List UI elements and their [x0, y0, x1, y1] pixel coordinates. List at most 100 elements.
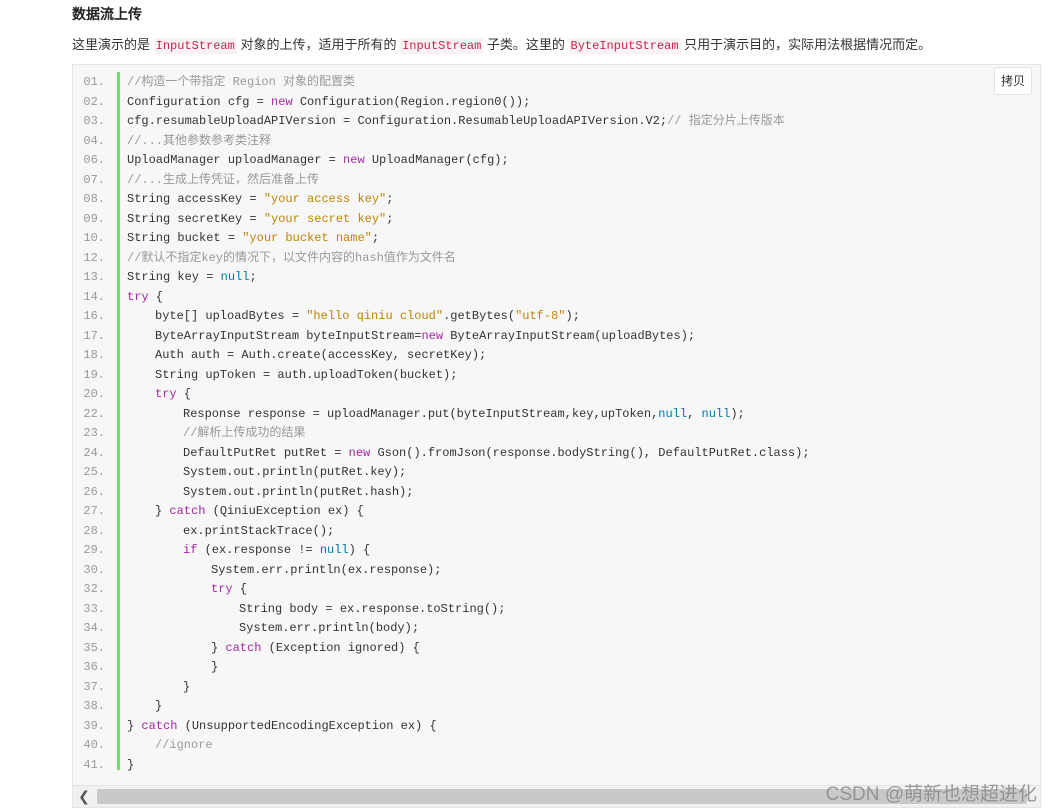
code-text: } — [127, 756, 134, 776]
code-line: 24. DefaultPutRet putRet = new Gson().fro… — [73, 444, 809, 464]
line-number: 13. — [83, 270, 105, 284]
code-token: String key = — [127, 270, 221, 284]
code-text: //解析上传成功的结果 — [127, 424, 305, 444]
code-token: //ignore — [155, 738, 213, 752]
code-token: null — [658, 406, 688, 421]
code-line: 04. //...其他参数参考类注释 — [73, 132, 271, 152]
code-token: System.out.println(putRet.hash); — [183, 484, 414, 499]
scroll-left-arrow-icon[interactable]: ❮ — [73, 786, 95, 807]
line-number: 36. — [83, 660, 105, 674]
code-token: try — [127, 289, 149, 304]
line-number: 35. — [83, 640, 105, 655]
line-number: 30. — [83, 562, 105, 577]
line-number: 25. — [83, 465, 105, 479]
code-line: 20. try { — [73, 385, 191, 405]
code-token: String accessKey = — [127, 192, 264, 206]
code-token: null — [220, 270, 250, 284]
code-token: } — [155, 504, 170, 518]
code-token: { — [176, 387, 192, 401]
code-text: //构造一个带指定 Region 对象的配置类 — [127, 73, 355, 93]
line-number: 03. — [83, 114, 105, 128]
code-text: } — [127, 697, 162, 717]
code-token: (Exception ignored) { — [261, 640, 420, 655]
code-token: ; — [371, 231, 380, 245]
code-token: DefaultPutRet putRet = — [183, 445, 349, 460]
code-token: } — [155, 699, 163, 713]
section-heading: 数据流上传 — [72, 6, 142, 22]
code-token: ByteArrayInputStream byteInputStream= — [155, 328, 422, 343]
code-line: 32. try { — [73, 580, 247, 600]
code-line: 16. byte[] uploadBytes = "hello qiniu clo… — [73, 307, 580, 327]
code-line: 07. //...生成上传凭证，然后准备上传 — [73, 171, 319, 191]
code-line: 35.} catch (Exception ignored) { — [73, 639, 419, 659]
code-token: System.out.println(putRet.key); — [183, 465, 407, 479]
line-number: 39. — [83, 718, 105, 733]
copy-button[interactable]: 拷贝 — [994, 67, 1032, 95]
code-token: { — [148, 289, 164, 304]
code-text: } — [127, 658, 218, 678]
line-number: 33. — [83, 601, 105, 616]
code-token: ); — [730, 406, 745, 421]
code-line: 29. if (ex.response != null) { — [73, 541, 370, 561]
code-line: 27.} catch (QiniuException ex) { — [73, 502, 363, 522]
code-line: 40. //ignore — [73, 736, 212, 756]
code-line: 22. Response response = uploadManager.put… — [73, 405, 744, 425]
code-token: (ex.response != — [197, 543, 320, 557]
code-lines: 01. //构造一个带指定 Region 对象的配置类 02. Configurati… — [73, 73, 809, 776]
line-number: 14. — [83, 289, 105, 304]
code-text: String key = null; — [127, 268, 257, 288]
line-number: 01. — [83, 75, 105, 89]
code-text: } catch (QiniuException ex) { — [127, 502, 364, 522]
code-token: "your access key" — [263, 192, 387, 206]
code-line: 14. try { — [73, 288, 163, 308]
inline-code: InputStream — [400, 38, 484, 54]
line-number: 06. — [83, 153, 105, 167]
code-text: byte[] uploadBytes = "hello qiniu cloud"… — [127, 307, 580, 327]
code-line: 17. ByteArrayInputStream byteInputStream=… — [73, 327, 695, 347]
code-line: 36.} — [73, 658, 218, 678]
inline-code: InputStream — [153, 38, 237, 54]
code-token: Configuration cfg = — [127, 94, 272, 109]
code-text: cfg.resumableUploadAPIVersion = Configur… — [127, 112, 785, 132]
code-token: new — [343, 153, 365, 167]
code-token: null — [701, 406, 731, 421]
line-number: 40. — [83, 738, 105, 752]
code-token: try — [211, 582, 233, 596]
code-token: // 指定分片上传版本 — [667, 114, 785, 128]
code-line: 34. System.err.println(body); — [73, 619, 419, 639]
line-number: 38. — [83, 699, 105, 713]
code-token: ex.printStackTrace(); — [183, 523, 335, 538]
code-text: Response response = uploadManager.put(by… — [127, 405, 745, 425]
code-text: ByteArrayInputStream byteInputStream=new… — [127, 327, 695, 347]
code-token: } — [127, 757, 135, 772]
code-text: ex.printStackTrace(); — [127, 522, 334, 542]
code-line: 41.} — [73, 756, 134, 776]
line-number: 19. — [83, 367, 105, 382]
code-token: (UnsupportedEncodingException ex) { — [177, 718, 437, 733]
code-line: 10. String bucket = "your bucket name"; — [73, 229, 379, 249]
line-number: 04. — [83, 133, 105, 148]
code-token: ; — [386, 192, 394, 206]
code-line: 02. Configuration cfg = new Configuration… — [73, 93, 530, 113]
code-text: DefaultPutRet putRet = new Gson().fromJs… — [127, 444, 810, 464]
code-token: catch — [225, 640, 262, 655]
line-number: 37. — [83, 679, 105, 694]
line-number: 16. — [83, 309, 105, 323]
line-number: 24. — [83, 445, 105, 460]
code-text: //默认不指定key的情况下，以文件内容的hash值作为文件名 — [127, 249, 456, 269]
code-token: new — [348, 445, 371, 460]
code-token: } — [211, 660, 219, 674]
code-token: .getBytes( — [443, 309, 516, 323]
description-text: 对象的上传，适用于所有的 — [236, 37, 401, 52]
code-token: catch — [141, 718, 178, 733]
line-number: 41. — [83, 757, 105, 772]
line-number: 08. — [83, 192, 105, 206]
description-text: 这里演示的是 — [72, 37, 154, 52]
code-token: new — [271, 94, 293, 109]
section-description: 这里演示的是 InputStream 对象的上传，适用于所有的 InputStr… — [72, 34, 931, 54]
code-text: try { — [127, 580, 247, 600]
code-token: String upToken = auth.uploadToken(bucket… — [155, 367, 458, 382]
code-token: //解析上传成功的结果 — [183, 426, 306, 440]
code-text: String body = ex.response.toString(); — [127, 600, 505, 620]
code-token: Gson().fromJson(response.bodyString(), D… — [370, 445, 810, 460]
